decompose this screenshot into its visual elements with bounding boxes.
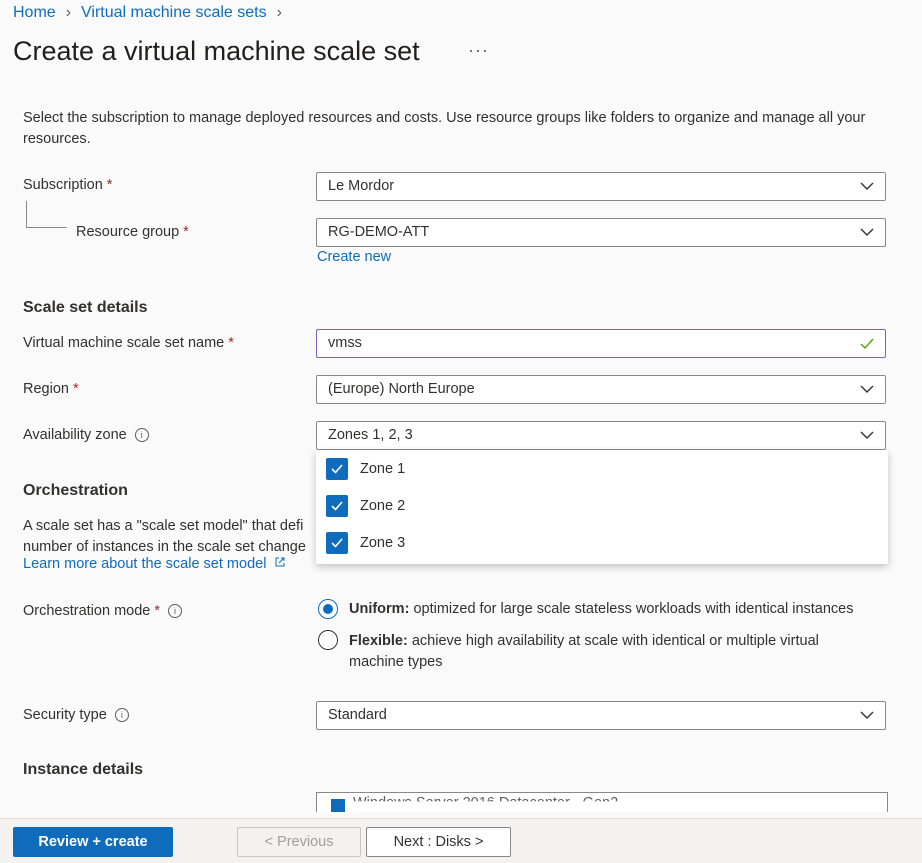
learn-more-text: Learn more about the scale set model (23, 556, 267, 572)
orchestration-desc-line1: A scale set has a "scale set model" that… (23, 518, 304, 534)
required-marker: * (183, 224, 189, 240)
tree-connector (26, 201, 67, 228)
resource-group-value: RG-DEMO-ATT (328, 224, 430, 240)
breadcrumb: Home › Virtual machine scale sets › (13, 4, 282, 22)
uniform-desc: optimized for large scale stateless work… (413, 601, 854, 617)
image-value: Windows Server 2016 Datacenter - Gen2 (353, 795, 619, 811)
uniform-radio[interactable] (318, 599, 338, 619)
availability-zone-label-text: Availability zone (23, 427, 127, 443)
zone-option-label: Zone 1 (360, 461, 406, 477)
info-icon[interactable]: i (168, 604, 182, 618)
breadcrumb-vmss[interactable]: Virtual machine scale sets (81, 4, 267, 22)
zone-option-1[interactable]: Zone 1 (326, 456, 405, 482)
security-type-value: Standard (328, 707, 387, 723)
zone-option-2[interactable]: Zone 2 (326, 493, 405, 519)
subscription-label-text: Subscription (23, 177, 103, 193)
vmss-name-label-text: Virtual machine scale set name (23, 335, 225, 351)
orchestration-heading: Orchestration (23, 482, 128, 499)
breadcrumb-home[interactable]: Home (13, 4, 56, 22)
flexible-option-text: Flexible: achieve high availability at s… (349, 631, 869, 673)
subscription-value: Le Mordor (328, 178, 395, 194)
scale-set-details-heading: Scale set details (23, 299, 148, 316)
orchestration-mode-label-text: Orchestration mode (23, 603, 151, 619)
region-label: Region * (23, 381, 79, 397)
vmss-name-input[interactable]: vmss (316, 329, 886, 358)
previous-button[interactable]: < Previous (237, 827, 361, 857)
security-type-select[interactable]: Standard (316, 701, 886, 730)
chevron-down-icon (860, 711, 874, 719)
image-select[interactable]: Windows Server 2016 Datacenter - Gen2 (316, 792, 888, 812)
learn-more-link[interactable]: Learn more about the scale set model (23, 556, 286, 572)
flexible-radio[interactable] (318, 630, 338, 650)
uniform-title: Uniform: (349, 601, 410, 617)
orchestration-mode-label: Orchestration mode * i (23, 603, 182, 619)
subscription-select[interactable]: Le Mordor (316, 172, 886, 201)
availability-zone-label: Availability zone i (23, 427, 149, 443)
uniform-option-text: Uniform: optimized for large scale state… (349, 599, 854, 620)
required-marker: * (228, 335, 234, 351)
flexible-desc-line2: machine types (349, 654, 443, 670)
footer-bar: Review + create < Previous Next : Disks … (0, 818, 922, 863)
availability-zone-select[interactable]: Zones 1, 2, 3 (316, 421, 886, 450)
checkbox-checked-icon (326, 495, 348, 517)
windows-logo-icon (331, 799, 345, 812)
region-label-text: Region (23, 381, 69, 397)
next-disks-button[interactable]: Next : Disks > (366, 827, 511, 857)
orchestration-desc: A scale set has a "scale set model" that… (23, 516, 306, 558)
page-title: Create a virtual machine scale set (13, 36, 420, 66)
create-new-link[interactable]: Create new (317, 249, 391, 265)
instance-details-heading: Instance details (23, 761, 144, 778)
required-marker: * (106, 177, 113, 193)
chevron-down-icon (860, 228, 874, 236)
zone-option-label: Zone 3 (360, 535, 406, 551)
subscription-label: Subscription * (23, 177, 112, 193)
radio-selected-dot (323, 604, 333, 614)
review-create-button[interactable]: Review + create (13, 827, 173, 857)
chevron-down-icon (860, 431, 874, 439)
required-marker: * (72, 381, 79, 397)
resource-group-select[interactable]: RG-DEMO-ATT (316, 218, 886, 247)
chevron-right-icon: › (65, 4, 72, 21)
zone-option-3[interactable]: Zone 3 (326, 530, 405, 556)
info-icon[interactable]: i (114, 708, 129, 722)
vmss-name-label: Virtual machine scale set name * (23, 335, 234, 351)
resource-group-label: Resource group * (76, 224, 189, 240)
chevron-down-icon (860, 182, 874, 190)
chevron-right-icon: › (276, 4, 282, 21)
more-options-button[interactable]: ··· (468, 40, 489, 61)
flexible-desc-line1: achieve high availability at scale with … (411, 633, 819, 649)
security-type-label: Security type i (23, 707, 129, 723)
required-marker: * (154, 603, 160, 619)
security-type-label-text: Security type (23, 707, 107, 723)
flexible-title: Flexible: (349, 633, 408, 649)
intro-text: Select the subscription to manage deploy… (23, 110, 866, 147)
external-link-icon (275, 557, 285, 567)
vmss-name-value: vmss (328, 335, 362, 351)
checkbox-checked-icon (326, 532, 348, 554)
region-select[interactable]: (Europe) North Europe (316, 375, 886, 404)
check-icon (860, 338, 874, 350)
zone-option-label: Zone 2 (360, 498, 406, 514)
chevron-down-icon (860, 385, 874, 393)
orchestration-desc-line2: number of instances in the scale set cha… (23, 539, 306, 555)
availability-zone-dropdown: Zone 1 Zone 2 Zone 3 (316, 450, 888, 564)
info-icon[interactable]: i (134, 428, 149, 442)
checkbox-checked-icon (326, 458, 348, 480)
resource-group-label-text: Resource group (76, 224, 180, 240)
region-value: (Europe) North Europe (328, 381, 475, 397)
availability-zone-value: Zones 1, 2, 3 (328, 427, 413, 443)
